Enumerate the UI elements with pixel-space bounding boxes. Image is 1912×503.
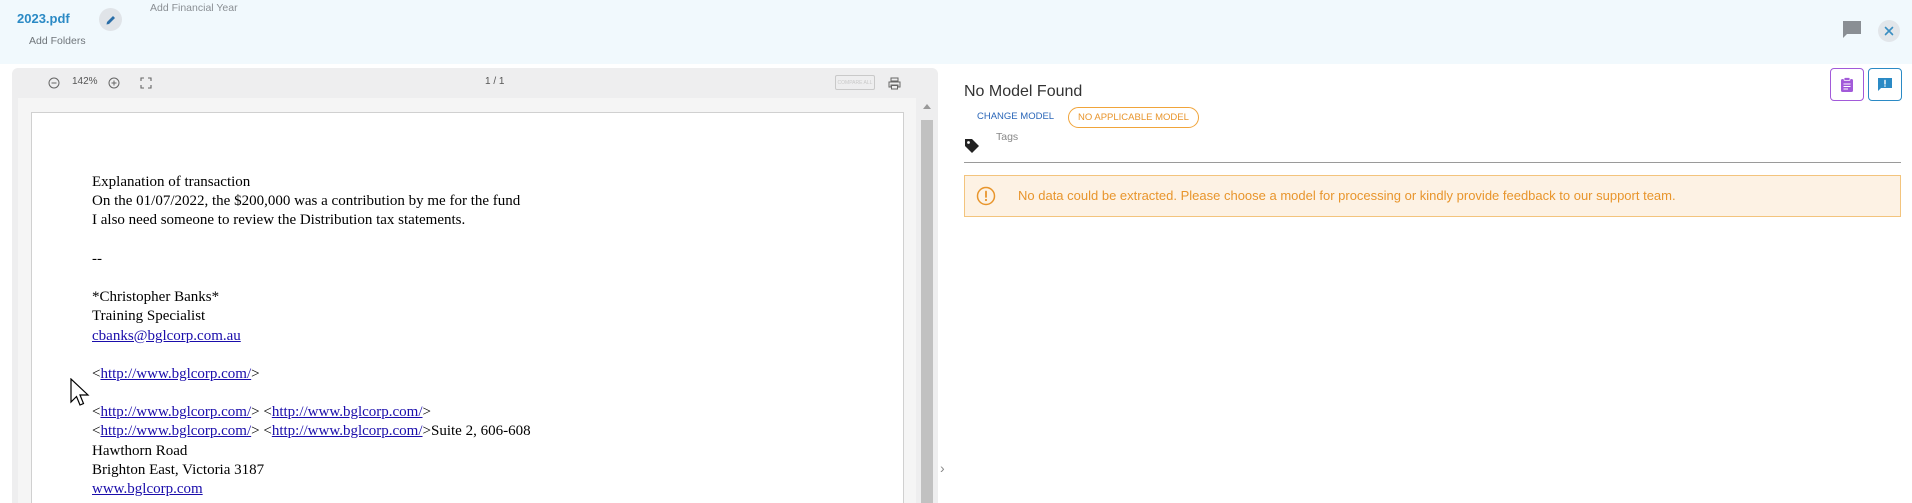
edit-filename-button[interactable] <box>99 8 122 31</box>
doc-line: On the 01/07/2022, the $200,000 was a co… <box>92 193 521 210</box>
document-content: Explanation of transaction On the 01/07/… <box>92 174 531 497</box>
add-folders-link[interactable]: Add Folders <box>29 35 86 47</box>
fullscreen-button[interactable] <box>138 75 154 91</box>
doc-line: *Christopher Banks* <box>92 289 220 306</box>
website-link[interactable]: www.bglcorp.com <box>92 481 203 497</box>
clipboard-button[interactable] <box>1830 68 1864 101</box>
fullscreen-icon <box>140 77 152 89</box>
doc-line: Brighton East, Victoria 3187 <box>92 461 265 478</box>
zoom-out-icon <box>48 77 60 89</box>
pdf-viewer: 142% 1 / 1 COMPARE ALL Explanation of tr… <box>12 68 938 503</box>
warning-text: No data could be extracted. Please choos… <box>1018 188 1676 203</box>
pencil-icon <box>106 15 115 24</box>
close-button[interactable] <box>1878 20 1900 42</box>
exclamation-circle-icon <box>976 186 996 206</box>
model-title: No Model Found <box>964 83 1083 100</box>
zoom-out-button[interactable] <box>46 75 62 91</box>
change-model-button[interactable]: CHANGE MODEL <box>977 111 1054 122</box>
doc-line: I also need someone to review the Distri… <box>92 212 466 229</box>
divider <box>964 162 1901 163</box>
zoom-in-icon <box>108 77 120 89</box>
doc-line: Training Specialist <box>92 308 206 325</box>
comment-button[interactable] <box>1842 20 1862 39</box>
feedback-icon <box>1878 78 1892 91</box>
comment-icon <box>1843 21 1861 38</box>
doc-line: Hawthorn Road <box>92 442 188 459</box>
page-count: 1 / 1 <box>485 76 505 87</box>
url-link[interactable]: http://www.bglcorp.com/ <box>272 404 423 420</box>
mouse-cursor-icon <box>70 378 90 406</box>
print-icon <box>888 77 900 89</box>
page-area[interactable]: Explanation of transaction On the 01/07/… <box>18 98 916 503</box>
scrollbar-thumb[interactable] <box>921 120 933 503</box>
close-icon <box>1884 26 1894 36</box>
zoom-level: 142% <box>72 76 98 87</box>
url-link[interactable]: http://www.bglcorp.com/ <box>100 404 251 420</box>
tag-icon <box>965 139 979 153</box>
clipboard-icon <box>1841 76 1853 92</box>
doc-address-suite: Suite 2, 606-608 <box>430 423 531 440</box>
add-financial-year-link[interactable]: Add Financial Year <box>150 2 238 14</box>
file-name[interactable]: 2023.pdf <box>17 11 70 26</box>
email-link[interactable]: cbanks@bglcorp.com.au <box>92 328 241 344</box>
url-link[interactable]: http://www.bglcorp.com/ <box>100 423 251 439</box>
doc-line: -- <box>92 250 102 267</box>
scroll-up-arrow[interactable] <box>923 104 931 109</box>
tags-input[interactable]: Tags <box>996 131 1018 143</box>
document-header: 2023.pdf Add Financial Year Add Folders <box>0 0 1912 64</box>
print-button[interactable] <box>886 75 902 91</box>
chevron-right-icon[interactable]: › <box>940 460 945 476</box>
zoom-in-button[interactable] <box>106 75 122 91</box>
url-link[interactable]: http://www.bglcorp.com/ <box>100 366 251 382</box>
url-link[interactable]: http://www.bglcorp.com/ <box>272 423 423 439</box>
status-badge: NO APPLICABLE MODEL <box>1068 107 1199 128</box>
compare-all-button[interactable]: COMPARE ALL <box>835 75 875 90</box>
doc-line: Explanation of transaction <box>92 174 251 190</box>
viewer-toolbar: 142% 1 / 1 COMPARE ALL <box>12 68 938 98</box>
vertical-scrollbar[interactable] <box>916 98 938 503</box>
pdf-page: Explanation of transaction On the 01/07/… <box>31 112 904 503</box>
feedback-button[interactable] <box>1868 68 1902 101</box>
warning-banner: No data could be extracted. Please choos… <box>964 175 1901 217</box>
